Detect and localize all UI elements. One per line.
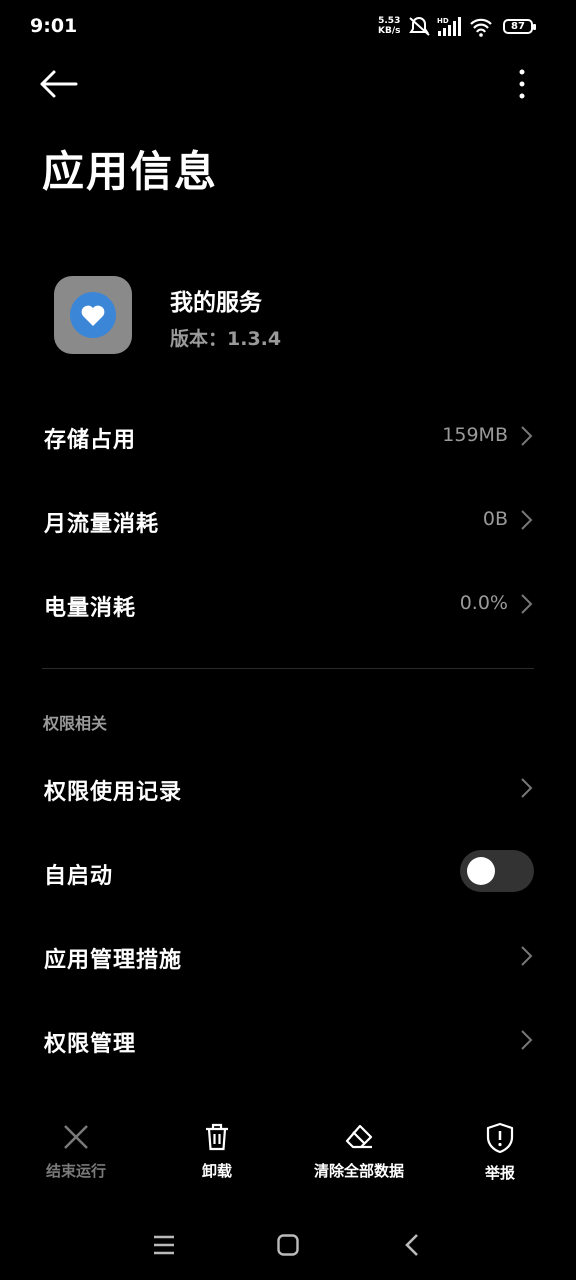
back-nav-icon[interactable] (402, 1233, 422, 1257)
status-bar: 9:01 5.53 KB/s HD 87 (0, 0, 576, 54)
section-title-permissions: 权限相关 (43, 714, 108, 733)
report-button[interactable]: 举报 (470, 1122, 530, 1183)
chevron-right-icon (521, 946, 533, 966)
permission-history-label: 权限使用记录 (44, 780, 183, 805)
permission-management-row[interactable]: 权限管理 (0, 1010, 576, 1070)
app-version: 版本：1.3.4 (170, 328, 282, 350)
chevron-right-icon (521, 594, 533, 614)
status-time: 9:01 (30, 15, 78, 37)
chevron-right-icon (521, 510, 533, 530)
wifi-icon (470, 18, 492, 33)
chevron-right-icon (521, 1030, 533, 1050)
status-icons: HD (409, 17, 492, 37)
app-management-row[interactable]: 应用管理措施 (0, 926, 576, 986)
storage-row[interactable]: 存储占用 159MB (0, 406, 576, 466)
clear-data-button[interactable]: 清除全部数据 (300, 1122, 418, 1181)
battery-usage-value: 0.0% (459, 592, 508, 614)
data-usage-row[interactable]: 月流量消耗 0B (0, 490, 576, 550)
clear-data-label: 清除全部数据 (313, 1162, 404, 1180)
app-management-label: 应用管理措施 (44, 948, 183, 973)
stop-app-label: 结束运行 (45, 1162, 106, 1180)
toggle-knob (467, 857, 495, 885)
trash-icon (206, 1123, 228, 1151)
data-usage-value: 0B (482, 508, 508, 530)
close-icon (64, 1125, 88, 1149)
bottom-action-bar: 结束运行 卸载 清除全部数据 举报 (0, 1104, 576, 1204)
chevron-right-icon (521, 426, 533, 446)
page-title: 应用信息 (42, 147, 219, 196)
battery-usage-row[interactable]: 电量消耗 0.0% (0, 574, 576, 634)
app-icon (54, 276, 132, 354)
uninstall-label: 卸载 (201, 1162, 232, 1180)
stop-app-button[interactable]: 结束运行 (36, 1122, 116, 1181)
chevron-right-icon (521, 778, 533, 798)
net-speed-value: 5.53 (378, 16, 401, 26)
net-speed: 5.53 KB/s (378, 16, 400, 36)
permission-management-label: 权限管理 (44, 1032, 137, 1057)
shield-alert-icon (486, 1122, 514, 1154)
divider (42, 668, 534, 669)
data-usage-label: 月流量消耗 (44, 512, 160, 537)
storage-value: 159MB (442, 424, 508, 446)
menu-icon[interactable] (152, 1234, 176, 1256)
more-options-icon[interactable] (506, 66, 538, 102)
storage-label: 存储占用 (44, 428, 137, 453)
autostart-label: 自启动 (44, 864, 114, 889)
autostart-toggle[interactable] (460, 850, 534, 892)
hd-label: HD (437, 17, 449, 25)
app-name: 我的服务 (170, 290, 262, 316)
heart-icon (81, 305, 105, 326)
permission-history-row[interactable]: 权限使用记录 (0, 758, 576, 818)
net-speed-unit: KB/s (378, 26, 401, 36)
eraser-icon (345, 1124, 373, 1149)
battery-indicator: 87 (503, 19, 536, 34)
battery-usage-label: 电量消耗 (44, 596, 137, 621)
report-label: 举报 (484, 1164, 515, 1182)
uninstall-button[interactable]: 卸载 (182, 1122, 252, 1181)
mute-icon (409, 17, 430, 36)
home-icon[interactable] (276, 1233, 300, 1257)
system-nav-bar (0, 1210, 576, 1280)
back-arrow-icon[interactable] (38, 66, 82, 102)
